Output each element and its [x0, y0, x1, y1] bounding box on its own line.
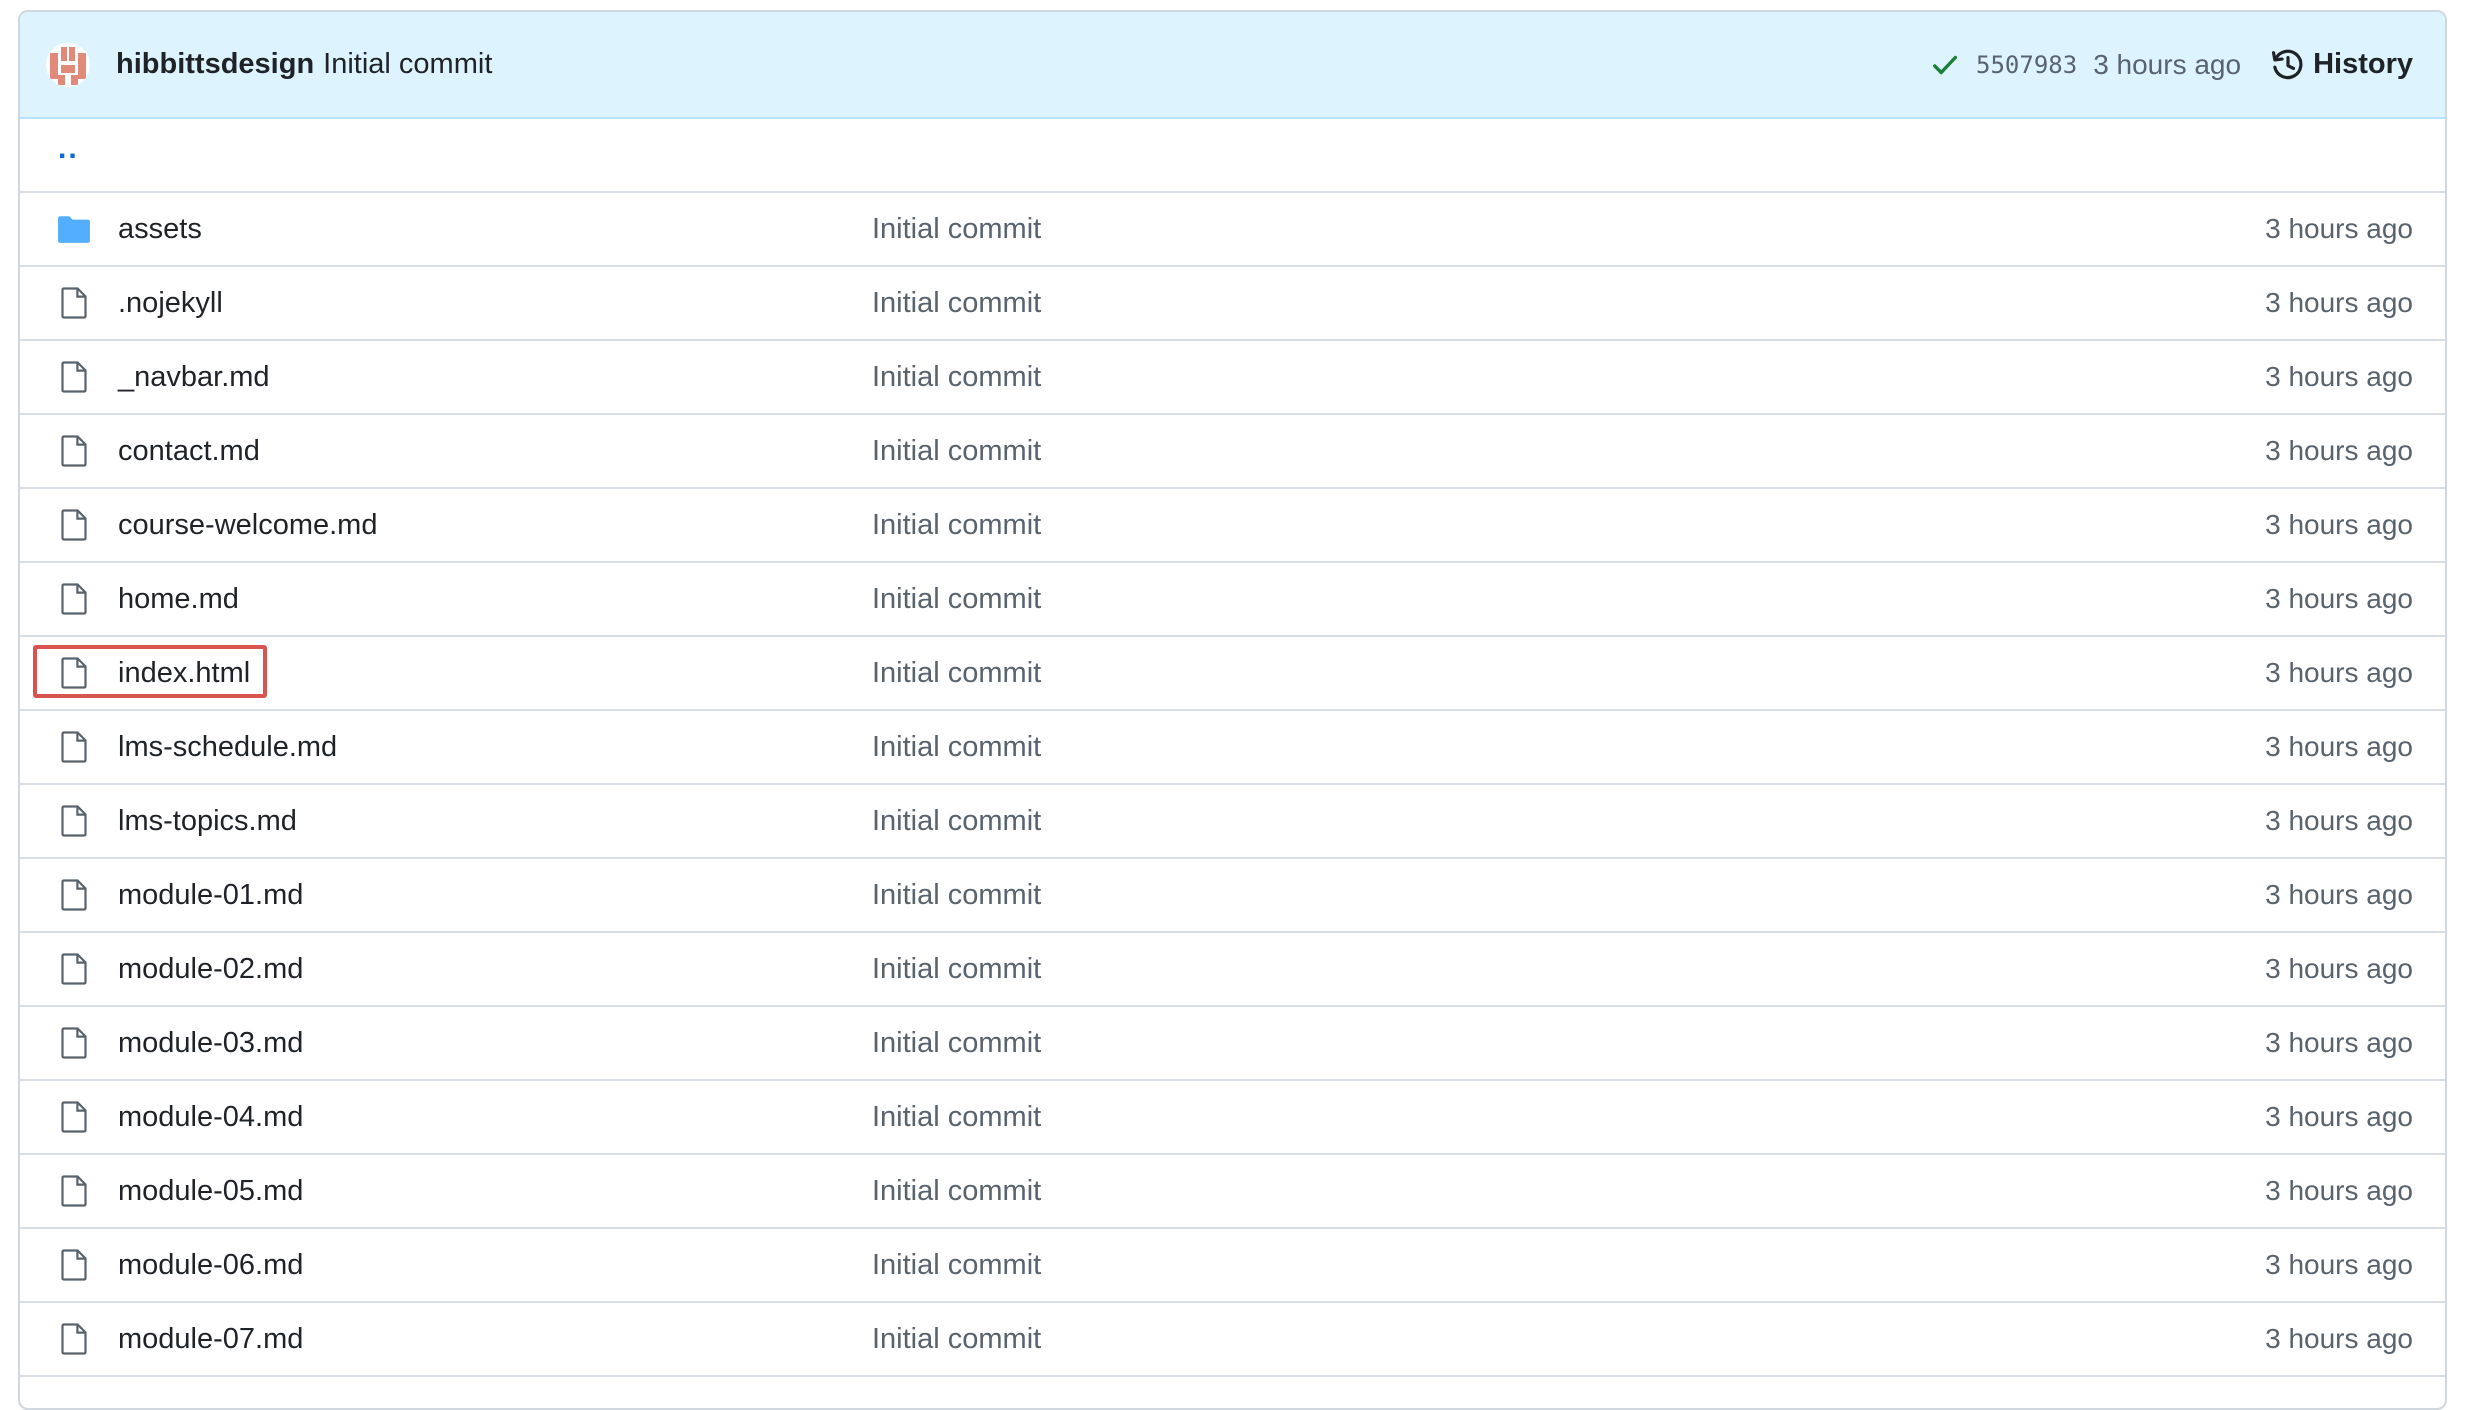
file-icon [52, 361, 96, 393]
folder-icon [52, 214, 96, 244]
file-icon [52, 805, 96, 837]
file-commit-message[interactable]: Initial commit [872, 287, 1041, 320]
file-row[interactable]: .nojekyll Initial commit 3 hours ago [20, 267, 2445, 341]
file-name-link[interactable]: home.md [118, 583, 872, 616]
file-name-link[interactable]: module-03.md [118, 1027, 872, 1060]
file-commit-message[interactable]: Initial commit [872, 509, 1041, 542]
file-row[interactable]: module-01.md Initial commit 3 hours ago [20, 859, 2445, 933]
file-commit-message[interactable]: Initial commit [872, 213, 1041, 246]
file-name-link[interactable]: .nojekyll [118, 287, 872, 320]
file-commit-age: 3 hours ago [2265, 435, 2413, 466]
file-row[interactable]: module-02.md Initial commit 3 hours ago [20, 933, 2445, 1007]
file-row[interactable]: contact.md Initial commit 3 hours ago [20, 415, 2445, 489]
parent-directory-row[interactable]: .. [20, 119, 2445, 193]
file-name-link[interactable]: module-04.md [118, 1101, 872, 1134]
file-commit-message[interactable]: Initial commit [872, 805, 1041, 838]
file-name-link[interactable]: contact.md [118, 435, 872, 468]
file-icon [52, 287, 96, 319]
file-name-link[interactable]: assets [118, 213, 872, 246]
file-name-link[interactable]: module-06.md [118, 1249, 872, 1282]
file-row[interactable]: module-04.md Initial commit 3 hours ago [20, 1081, 2445, 1155]
parent-directory-link[interactable]: .. [58, 132, 79, 166]
commit-message[interactable]: Initial commit [323, 48, 492, 81]
file-name-link[interactable]: lms-schedule.md [118, 731, 872, 764]
file-commit-age: 3 hours ago [2265, 287, 2413, 318]
file-commit-age: 3 hours ago [2265, 953, 2413, 984]
file-commit-age: 3 hours ago [2265, 1027, 2413, 1058]
file-commit-age: 3 hours ago [2265, 805, 2413, 836]
file-browser: hibbittsdesign Initial commit 5507983 3 … [18, 10, 2447, 1410]
file-icon [52, 657, 96, 689]
file-commit-message[interactable]: Initial commit [872, 583, 1041, 616]
file-commit-age: 3 hours ago [2265, 509, 2413, 540]
file-commit-message[interactable]: Initial commit [872, 879, 1041, 912]
file-commit-message[interactable]: Initial commit [872, 1101, 1041, 1134]
history-icon [2272, 49, 2303, 79]
file-icon [52, 583, 96, 615]
commit-author[interactable]: hibbittsdesign [116, 48, 314, 81]
file-commit-message[interactable]: Initial commit [872, 435, 1041, 468]
file-commit-age: 3 hours ago [2265, 1323, 2413, 1354]
file-list: assets Initial commit 3 hours ago .nojekyl… [20, 193, 2445, 1377]
file-commit-age: 3 hours ago [2265, 361, 2413, 392]
file-row[interactable]: lms-topics.md Initial commit 3 hours ago [20, 785, 2445, 859]
file-commit-message[interactable]: Initial commit [872, 657, 1041, 690]
file-name-link[interactable]: module-07.md [118, 1323, 872, 1356]
commit-sha[interactable]: 5507983 [1976, 51, 2077, 79]
file-icon [52, 1027, 96, 1059]
file-icon [52, 1249, 96, 1281]
file-row[interactable]: module-03.md Initial commit 3 hours ago [20, 1007, 2445, 1081]
file-name-link[interactable]: module-02.md [118, 953, 872, 986]
file-commit-age: 3 hours ago [2265, 731, 2413, 762]
file-commit-message[interactable]: Initial commit [872, 731, 1041, 764]
file-icon [52, 509, 96, 541]
file-row[interactable]: index.html Initial commit 3 hours ago [20, 637, 2445, 711]
check-icon[interactable] [1930, 50, 1960, 80]
file-icon [52, 1175, 96, 1207]
file-row[interactable]: home.md Initial commit 3 hours ago [20, 563, 2445, 637]
file-name-link[interactable]: module-05.md [118, 1175, 872, 1208]
file-name-link[interactable]: course-welcome.md [118, 509, 872, 542]
file-icon [52, 1101, 96, 1133]
file-name-link[interactable]: index.html [118, 657, 872, 690]
file-commit-message[interactable]: Initial commit [872, 953, 1041, 986]
file-commit-age: 3 hours ago [2265, 1175, 2413, 1206]
file-name-link[interactable]: _navbar.md [118, 361, 872, 394]
file-name-link[interactable]: lms-topics.md [118, 805, 872, 838]
file-commit-age: 3 hours ago [2265, 1101, 2413, 1132]
file-commit-message[interactable]: Initial commit [872, 361, 1041, 394]
file-row[interactable]: lms-schedule.md Initial commit 3 hours ago [20, 711, 2445, 785]
file-icon [52, 953, 96, 985]
file-icon [52, 435, 96, 467]
file-commit-age: 3 hours ago [2265, 1249, 2413, 1280]
file-icon [52, 1323, 96, 1355]
file-commit-message[interactable]: Initial commit [872, 1323, 1041, 1356]
file-commit-message[interactable]: Initial commit [872, 1175, 1041, 1208]
file-name-link[interactable]: module-01.md [118, 879, 872, 912]
file-commit-age: 3 hours ago [2265, 657, 2413, 688]
file-row[interactable]: _navbar.md Initial commit 3 hours ago [20, 341, 2445, 415]
file-commit-age: 3 hours ago [2265, 213, 2413, 244]
commit-time: 3 hours ago [2093, 48, 2242, 80]
file-row[interactable]: module-05.md Initial commit 3 hours ago [20, 1155, 2445, 1229]
history-button[interactable]: History [2271, 48, 2413, 82]
file-icon [52, 879, 96, 911]
file-commit-message[interactable]: Initial commit [872, 1249, 1041, 1282]
history-label: History [2313, 48, 2413, 80]
file-commit-age: 3 hours ago [2265, 879, 2413, 910]
file-commit-age: 3 hours ago [2265, 583, 2413, 614]
latest-commit-bar: hibbittsdesign Initial commit 5507983 3 … [20, 12, 2445, 119]
file-icon [52, 731, 96, 763]
file-row[interactable]: assets Initial commit 3 hours ago [20, 193, 2445, 267]
author-avatar[interactable] [46, 42, 90, 87]
file-commit-message[interactable]: Initial commit [872, 1027, 1041, 1060]
file-row[interactable]: module-06.md Initial commit 3 hours ago [20, 1229, 2445, 1303]
file-row[interactable]: course-welcome.md Initial commit 3 hours a… [20, 489, 2445, 563]
